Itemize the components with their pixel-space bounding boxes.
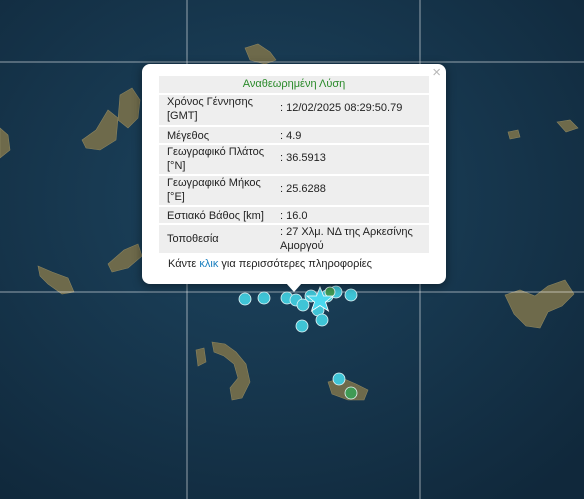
longitude-value: : 25.6288 bbox=[280, 183, 326, 195]
more-info-text: Κάντε κλικ για περισσότερες πληροφορίες bbox=[168, 258, 372, 270]
location-value: : 27 Χλμ. ΝΔ της Αρκεσίνης Αμοργού bbox=[280, 226, 413, 252]
latitude-label: Γεωγραφικό Πλάτος [°N] bbox=[167, 146, 265, 172]
latitude-value: : 36.5913 bbox=[280, 152, 326, 164]
row-location: Τοποθεσία : 27 Χλμ. ΝΔ της Αρκεσίνης Αμο… bbox=[159, 225, 429, 253]
row-longitude: Γεωγραφικό Μήκος [°E] : 25.6288 bbox=[159, 176, 429, 205]
magnitude-value: : 4.9 bbox=[280, 130, 302, 142]
row-latitude: Γεωγραφικό Πλάτος [°N] : 36.5913 bbox=[159, 145, 429, 174]
row-depth: Εστιακό Βάθος [km] : 16.0 bbox=[159, 207, 429, 223]
more-info-prefix: Κάντε bbox=[168, 258, 200, 270]
quake-marker-cyan[interactable] bbox=[344, 288, 358, 302]
origin-time-value: : 12/02/2025 08:29:50.79 bbox=[280, 102, 403, 114]
popup-title: Αναθεωρημένη Λύση bbox=[159, 76, 429, 93]
quake-marker-cyan[interactable] bbox=[315, 313, 329, 327]
quake-marker-cyan[interactable] bbox=[295, 319, 309, 333]
popup-pointer bbox=[286, 283, 302, 292]
depth-label: Εστιακό Βάθος [km] bbox=[167, 210, 264, 222]
location-label: Τοποθεσία bbox=[167, 233, 219, 245]
island-small-right-1 bbox=[507, 129, 521, 140]
origin-time-label: Χρόνος Γέννησης [GMT] bbox=[167, 96, 253, 122]
quake-marker-cyan[interactable] bbox=[332, 372, 346, 386]
longitude-label: Γεωγραφικό Μήκος [°E] bbox=[167, 177, 261, 203]
more-info-suffix: για περισσότερες πληροφορίες bbox=[218, 258, 372, 270]
close-icon[interactable]: × bbox=[432, 65, 441, 81]
row-origin-time: Χρόνος Γέννησης [GMT] : 12/02/2025 08:29… bbox=[159, 95, 429, 125]
quake-marker-cyan[interactable] bbox=[257, 291, 271, 305]
magnitude-label: Μέγεθος bbox=[167, 130, 210, 142]
quake-info-popup: × Αναθεωρημένη Λύση Χρόνος Γέννησης [GMT… bbox=[142, 64, 446, 284]
quake-marker-cyan[interactable] bbox=[238, 292, 252, 306]
quake-marker-green[interactable] bbox=[344, 386, 358, 400]
row-magnitude: Μέγεθος : 4.9 bbox=[159, 127, 429, 143]
depth-value: : 16.0 bbox=[280, 210, 308, 222]
more-info-link[interactable]: κλικ bbox=[199, 258, 218, 270]
quake-marker-green[interactable] bbox=[324, 286, 336, 298]
